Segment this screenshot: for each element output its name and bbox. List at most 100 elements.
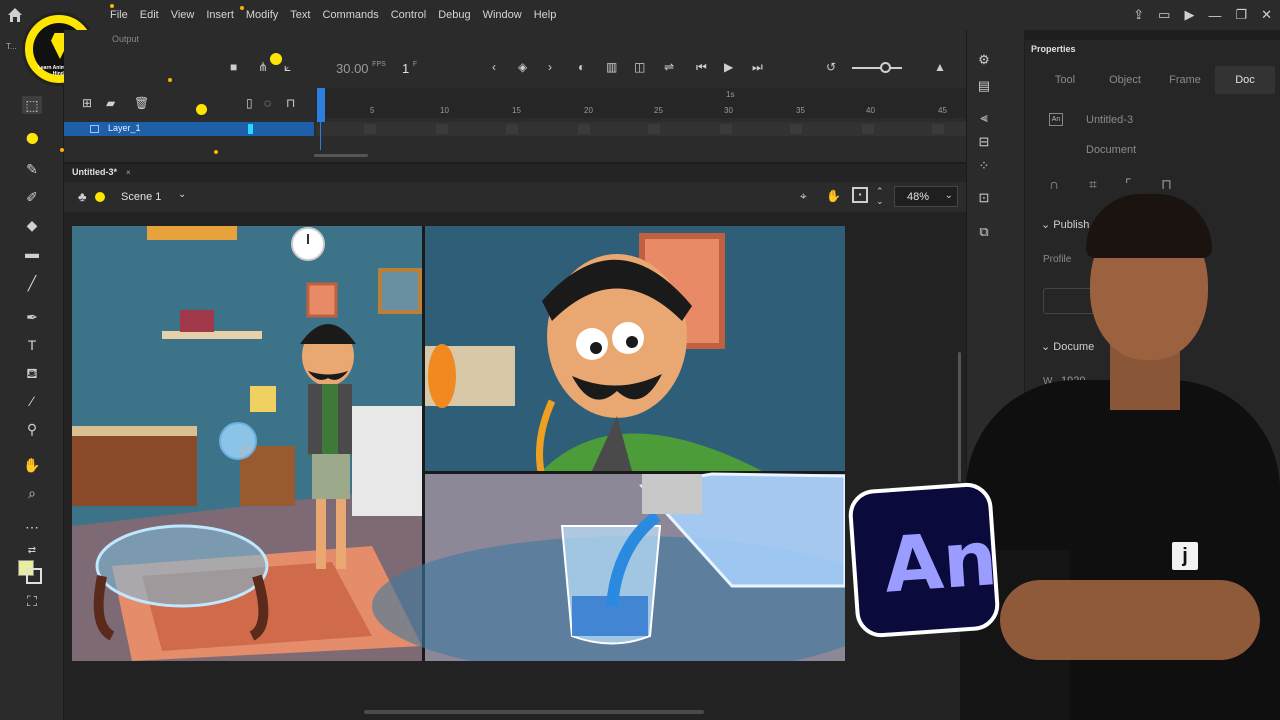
playhead[interactable] (317, 88, 325, 122)
stage-horizontal-scrollbar[interactable] (364, 710, 704, 714)
zoom-stepper-icon[interactable]: ⌃ ⌄ (876, 186, 884, 206)
graph-icon[interactable]: ⟀ (284, 60, 291, 78)
frame-readout[interactable]: 1 F (402, 61, 417, 76)
center-frame-icon[interactable]: ◫ (634, 60, 645, 78)
camera-icon[interactable]: ■ (230, 60, 237, 78)
menu-debug[interactable]: Debug (432, 9, 476, 21)
new-folder-icon[interactable]: ▰ (106, 96, 115, 114)
eraser-tool-icon[interactable]: ◆ (22, 216, 42, 234)
clip-stage-icon[interactable]: ▪ (852, 187, 868, 203)
visibility-icon[interactable]: ◌ (264, 96, 271, 114)
menu-text[interactable]: Text (284, 9, 316, 21)
color-icon[interactable]: ⊟ (975, 134, 993, 152)
eyedropper-icon[interactable]: ⁄ (22, 392, 42, 410)
insert-keyframe-icon[interactable]: ◈ (518, 60, 527, 78)
share-icon[interactable]: ⇪ (1133, 7, 1144, 23)
scene-name[interactable]: Scene 1 (121, 191, 161, 203)
edit-multiple-icon[interactable]: ▥ (606, 60, 617, 78)
mountain-zoom-icon[interactable]: ▲ (934, 60, 946, 78)
home-icon[interactable] (6, 6, 24, 24)
swatches-icon[interactable]: ⁘ (975, 158, 993, 176)
document-tab[interactable]: Untitled-3* (72, 167, 117, 177)
pen-tool-icon[interactable]: ✒ (22, 308, 42, 326)
step-forward-icon[interactable]: ⏭ (752, 60, 763, 78)
delete-layer-icon[interactable]: 🗑 (134, 96, 149, 114)
minimize-icon[interactable]: — (1208, 8, 1221, 23)
fps-readout[interactable]: 30.00 FPS (336, 61, 386, 76)
menu-view[interactable]: View (165, 9, 201, 21)
frame-cell[interactable] (932, 124, 944, 134)
frame-cell[interactable] (364, 124, 376, 134)
menu-window[interactable]: Window (477, 9, 528, 21)
frame-cell[interactable] (506, 124, 518, 134)
layer-parent-icon[interactable]: ⋔ (258, 60, 268, 78)
outline-icon[interactable]: ▯ (246, 96, 253, 114)
loop-icon[interactable]: ⇌ (664, 60, 674, 78)
close-icon[interactable]: ✕ (1261, 7, 1272, 23)
line-tool-icon[interactable]: ╱ (22, 274, 42, 292)
step-back-icon[interactable]: ⏮ (696, 60, 707, 78)
timeline-scrollbar[interactable] (314, 154, 368, 157)
pin-tool-icon[interactable]: ⚲ (22, 420, 42, 438)
zoom-select[interactable]: 48% ⌄ (894, 186, 958, 207)
menu-insert[interactable]: Insert (200, 9, 240, 21)
restore-icon[interactable]: ❐ (1235, 7, 1247, 23)
brush-tool-icon[interactable]: ✎ (22, 160, 42, 178)
playhead-line (320, 88, 321, 150)
menu-file[interactable]: File (104, 9, 134, 21)
tab-output[interactable]: Output (112, 34, 139, 44)
assets-icon[interactable]: ⚙ (975, 52, 993, 70)
stroke-color-swatch[interactable] (26, 568, 42, 584)
tab-doc[interactable]: Doc (1215, 66, 1275, 94)
library-icon[interactable]: ▤ (975, 78, 993, 96)
layer-color-marker[interactable] (248, 124, 253, 134)
next-keyframe-icon[interactable]: › (548, 60, 552, 78)
rotate-stage-icon[interactable]: ✋ (826, 189, 841, 203)
menu-commands[interactable]: Commands (316, 9, 384, 21)
frame-cell[interactable] (436, 124, 448, 134)
stage-area[interactable] (64, 212, 966, 720)
frame-cell[interactable] (648, 124, 660, 134)
tab-tool[interactable]: Tool (1035, 66, 1095, 94)
menu-edit[interactable]: Edit (134, 9, 165, 21)
workspace-icon[interactable]: ▭ (1158, 7, 1170, 23)
selection-tool-icon[interactable]: ⬚ (22, 96, 42, 114)
tab-frame[interactable]: Frame (1155, 66, 1215, 94)
zoom-tool-icon[interactable]: ⌕ (22, 484, 42, 502)
rectangle-tool-icon[interactable]: ▬ (22, 244, 42, 262)
paint-brush-icon[interactable]: ✐ (22, 188, 42, 206)
new-layer-icon[interactable]: ⊞ (82, 96, 92, 114)
chevron-down-icon[interactable]: ⌄ (178, 189, 186, 200)
frame-cell[interactable] (790, 124, 802, 134)
layer-name[interactable]: Layer_1 (108, 123, 141, 133)
close-tab-icon[interactable]: × (126, 168, 131, 177)
prev-keyframe-icon[interactable]: ‹ (492, 60, 496, 78)
layer-row[interactable]: Layer_1 (64, 122, 314, 136)
swap-colors-icon[interactable]: ⇄ (22, 542, 42, 560)
align-icon[interactable]: ⫷ (975, 110, 993, 128)
frame-cell[interactable] (862, 124, 874, 134)
test-movie-icon[interactable]: ▶ (1184, 7, 1194, 23)
menu-help[interactable]: Help (528, 9, 563, 21)
frame-cell[interactable] (720, 124, 732, 134)
more-tools-icon[interactable]: ⋯ (22, 518, 42, 536)
menu-modify[interactable]: Modify (240, 9, 284, 21)
undo-icon[interactable]: ↺ (826, 60, 836, 78)
stage-canvas[interactable] (72, 226, 845, 661)
fit-stage-icon[interactable]: ⛶ (22, 592, 42, 610)
snap-icon[interactable]: ⌖ (800, 189, 807, 204)
text-tool-icon[interactable]: T (22, 336, 42, 354)
timeline-zoom-knob[interactable] (880, 62, 891, 73)
frame-row[interactable] (316, 122, 966, 136)
play-icon[interactable]: ▶ (724, 60, 733, 78)
frame-cell[interactable] (578, 124, 590, 134)
menu-control[interactable]: Control (385, 9, 432, 21)
lock-icon[interactable]: ⊓ (286, 96, 295, 114)
hand-tool-icon[interactable]: ✋ (22, 456, 42, 474)
timeline-zoom-track[interactable] (852, 67, 902, 69)
scene-clubs-icon[interactable]: ♣ (78, 189, 87, 204)
tab-object[interactable]: Object (1095, 66, 1155, 94)
paint-bucket-icon[interactable]: ⛾ (22, 364, 42, 382)
onion-skin-icon[interactable]: ◐ (578, 60, 585, 78)
frame-ruler[interactable]: 5 10 15 20 25 30 35 40 45 (316, 88, 966, 118)
